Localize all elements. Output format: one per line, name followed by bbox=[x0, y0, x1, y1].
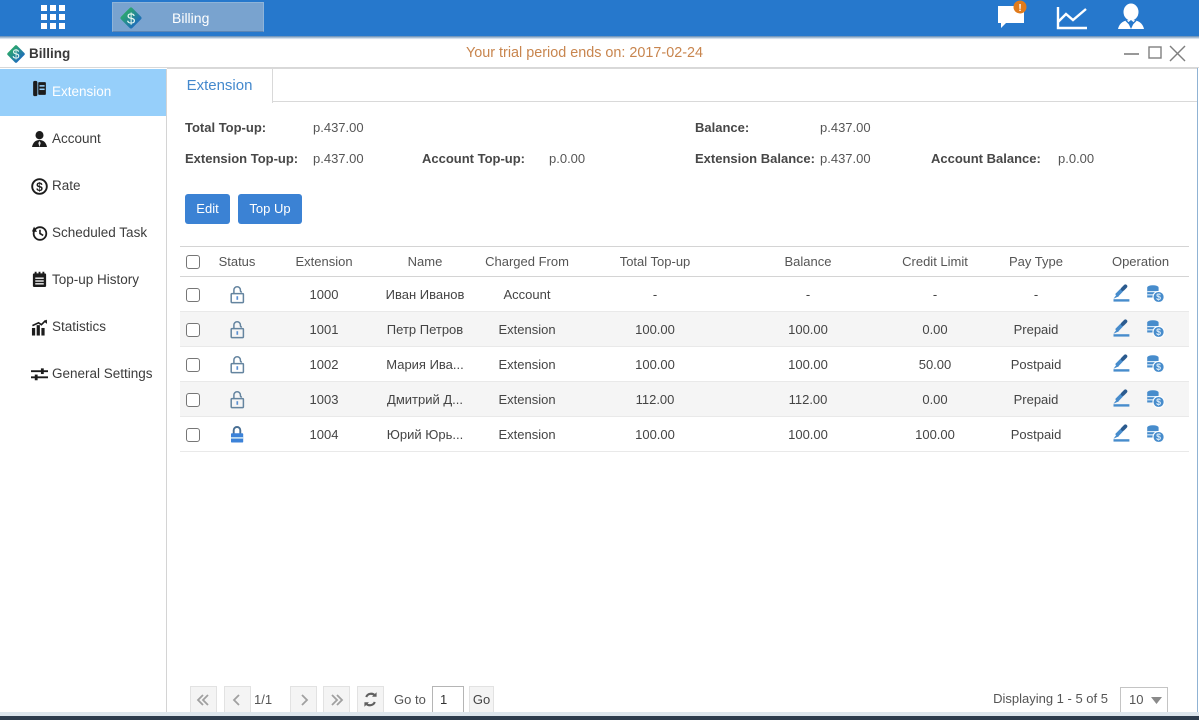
svg-text:$: $ bbox=[1156, 292, 1161, 302]
svg-text:$: $ bbox=[1156, 432, 1161, 442]
svg-text:!: ! bbox=[1018, 3, 1021, 14]
svg-text:$: $ bbox=[1156, 327, 1161, 337]
svg-text:$: $ bbox=[36, 180, 43, 194]
svg-text:$: $ bbox=[127, 11, 136, 28]
svg-text:$: $ bbox=[1156, 362, 1161, 372]
svg-text:$: $ bbox=[1156, 397, 1161, 407]
